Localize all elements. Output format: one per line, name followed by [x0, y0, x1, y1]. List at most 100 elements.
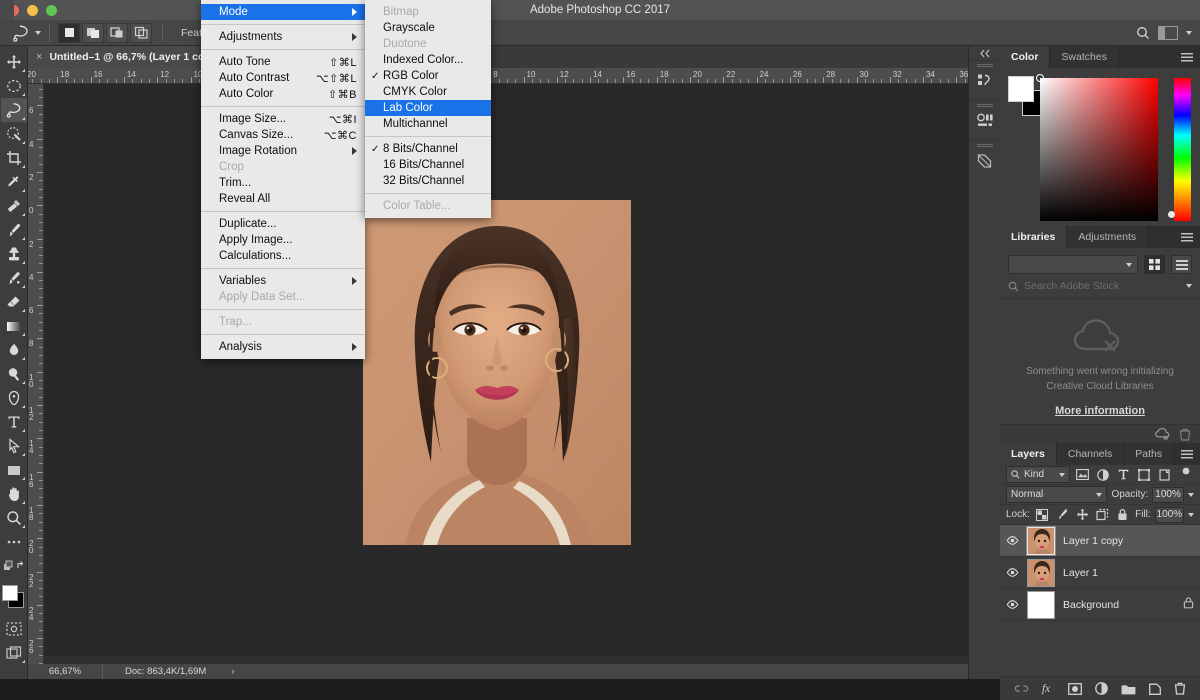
menu-item-calculations[interactable]: Calculations... [201, 248, 365, 264]
brush-tool[interactable] [1, 218, 27, 242]
menu-item-cmyk-color[interactable]: CMYK Color [365, 84, 491, 100]
chevron-down-icon[interactable] [1186, 30, 1192, 35]
adjustment-layer-icon[interactable] [1095, 682, 1108, 695]
grid-view-button[interactable] [1144, 255, 1165, 274]
pixel-filter-icon[interactable] [1074, 466, 1091, 483]
intersect-with-selection-button[interactable] [130, 22, 152, 43]
sync-error-icon[interactable] [1155, 427, 1170, 441]
layer-thumbnail[interactable] [1027, 590, 1055, 619]
menu-item-image-size[interactable]: Image Size... ⌥⌘I [201, 111, 365, 127]
menu-item-reveal-all[interactable]: Reveal All [201, 191, 365, 207]
quick-mask-button[interactable] [1, 617, 27, 641]
menu-item-adjustments[interactable]: Adjustments [201, 29, 365, 45]
history-brush-tool[interactable] [1, 266, 27, 290]
elliptical-marquee-tool[interactable] [1, 74, 27, 98]
opacity-value[interactable]: 100% [1152, 486, 1184, 503]
menu-item-multichannel[interactable]: Multichannel [365, 116, 491, 132]
delete-layer-icon[interactable] [1174, 682, 1186, 695]
subtract-from-selection-button[interactable] [106, 22, 128, 43]
rectangle-tool[interactable] [1, 458, 27, 482]
chevron-down-icon[interactable] [1186, 284, 1192, 288]
selection-mode-group[interactable] [58, 22, 154, 43]
tab-channels[interactable]: Channels [1056, 443, 1125, 465]
menu-item-canvas-size[interactable]: Canvas Size... ⌥⌘C [201, 127, 365, 143]
tab-color[interactable]: Color [1000, 46, 1051, 68]
workspace-switcher-icon[interactable] [1158, 25, 1178, 40]
tab-swatches[interactable]: Swatches [1050, 46, 1119, 68]
hue-slider-handle[interactable] [1168, 211, 1175, 218]
layer-style-fx-icon[interactable]: fx [1042, 682, 1055, 695]
active-tool-preset[interactable] [0, 24, 41, 42]
new-selection-button[interactable] [58, 22, 80, 43]
menu-item-analysis[interactable]: Analysis [201, 339, 365, 355]
hue-slider[interactable] [1168, 78, 1191, 221]
tab-adjustments[interactable]: Adjustments [1067, 226, 1149, 248]
default-colors-and-swap[interactable] [1, 554, 27, 578]
menu-item-mode[interactable]: Mode [201, 4, 365, 20]
search-icon[interactable] [1136, 26, 1150, 40]
status-expand-arrow[interactable]: › [231, 666, 234, 677]
color-panel-menu-button[interactable] [1181, 46, 1200, 68]
library-selector[interactable] [1008, 255, 1138, 274]
lock-all-icon[interactable] [1115, 506, 1131, 523]
color-field[interactable] [1036, 74, 1158, 221]
layer-thumbnail[interactable] [1027, 558, 1055, 587]
layer-visibility-toggle[interactable] [1006, 536, 1019, 545]
layer-visibility-toggle[interactable] [1006, 568, 1019, 577]
menu-item-duplicate[interactable]: Duplicate... [201, 216, 365, 232]
menu-item-variables[interactable]: Variables [201, 273, 365, 289]
menu-item-16-bits-channel[interactable]: 16 Bits/Channel [365, 157, 491, 173]
layer-mask-icon[interactable] [1068, 682, 1082, 695]
lock-transparent-pixels-icon[interactable] [1034, 506, 1050, 523]
gradient-tool[interactable] [1, 314, 27, 338]
menu-item-indexed-color[interactable]: Indexed Color... [365, 52, 491, 68]
new-layer-icon[interactable] [1149, 682, 1161, 695]
color-field-cursor[interactable] [1036, 74, 1044, 82]
menu-item-lab-color[interactable]: Lab Color [365, 100, 491, 116]
menu-item-trim[interactable]: Trim... [201, 175, 365, 191]
healing-brush-tool[interactable] [1, 194, 27, 218]
table-row[interactable]: Background [1000, 589, 1200, 621]
close-icon[interactable]: × [36, 51, 42, 63]
mode-submenu[interactable]: Bitmap Grayscale Duotone Indexed Color... ✓ R… [365, 0, 491, 218]
tab-paths[interactable]: Paths [1124, 443, 1175, 465]
table-row[interactable]: Layer 1 [1000, 557, 1200, 589]
menu-item-image-rotation[interactable]: Image Rotation [201, 143, 365, 159]
horizontal-ruler[interactable]: 2018161412108642024681012141618202224262… [28, 68, 968, 84]
foreground-color-swatch[interactable] [1, 585, 18, 601]
layers-panel-menu-button[interactable] [1181, 443, 1200, 465]
link-layers-icon[interactable] [1014, 684, 1029, 693]
shape-filter-icon[interactable] [1136, 466, 1153, 483]
adjustment-filter-icon[interactable] [1095, 466, 1112, 483]
layer-filter-kind-select[interactable]: Kind [1006, 466, 1071, 483]
lock-position-icon[interactable] [1074, 506, 1090, 523]
lock-artboard-icon[interactable] [1095, 506, 1111, 523]
canvas-area[interactable] [44, 84, 968, 664]
clone-stamp-tool[interactable] [1, 242, 27, 266]
layer-visibility-toggle[interactable] [1006, 600, 1019, 609]
blend-mode-select[interactable]: Normal [1006, 486, 1108, 503]
layer-thumbnail[interactable] [1026, 525, 1056, 556]
brush-settings-panel-icon[interactable] [969, 140, 1000, 180]
dodge-tool[interactable] [1, 362, 27, 386]
quick-selection-tool[interactable] [1, 122, 27, 146]
menu-item-grayscale[interactable]: Grayscale [365, 20, 491, 36]
type-tool[interactable] [1, 410, 27, 434]
canvas-horizontal-scrollbar[interactable] [44, 656, 968, 664]
chevron-down-icon[interactable] [35, 30, 41, 35]
delete-icon[interactable] [1179, 428, 1191, 441]
filter-toggle-icon[interactable] [1177, 466, 1194, 483]
move-tool[interactable] [1, 50, 27, 74]
new-group-icon[interactable] [1121, 683, 1136, 695]
document-tab[interactable]: × Untitled–1 @ 66,7% (Layer 1 cop [28, 46, 222, 68]
type-filter-icon[interactable] [1116, 466, 1133, 483]
menu-item-auto-contrast[interactable]: Auto Contrast ⌥⇧⌘L [201, 70, 365, 86]
foreground-color-swatch[interactable] [1008, 76, 1034, 102]
table-row[interactable]: Layer 1 copy [1000, 525, 1200, 557]
path-selection-tool[interactable] [1, 434, 27, 458]
crop-tool[interactable] [1, 146, 27, 170]
chevron-down-icon[interactable] [1188, 492, 1194, 497]
tab-libraries[interactable]: Libraries [1000, 226, 1068, 248]
libraries-panel-menu-button[interactable] [1181, 226, 1200, 248]
adobe-stock-search[interactable]: Search Adobe Stock [1000, 278, 1200, 299]
